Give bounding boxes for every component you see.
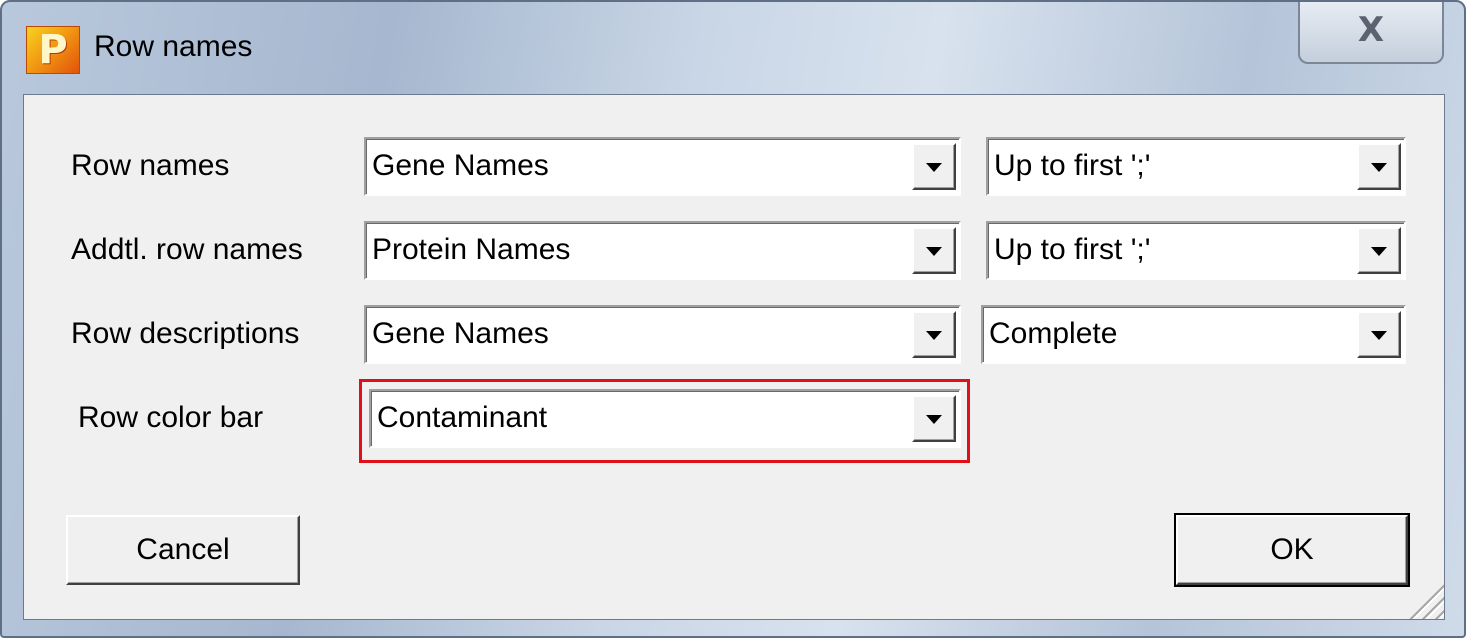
row-descriptions-mode-value: Complete — [989, 317, 1118, 350]
row-names-mode-select[interactable]: Up to first ';' — [986, 137, 1406, 196]
row-color-bar-label: Row color bar — [78, 401, 264, 434]
chevron-down-icon — [1371, 163, 1387, 172]
title-bar[interactable]: P Row names X — [2, 2, 1464, 92]
row-descriptions-source-dropdown-button[interactable] — [912, 311, 956, 358]
dialog-window: P Row names X Row names Gene Names Up to… — [0, 0, 1466, 638]
row-names-source-value: Gene Names — [372, 149, 549, 182]
row-names-source-select[interactable]: Gene Names — [364, 137, 961, 196]
app-icon: P — [26, 26, 80, 74]
chevron-down-icon — [926, 163, 942, 172]
close-icon: X — [1357, 10, 1385, 50]
window-title: Row names — [94, 30, 253, 63]
row-descriptions-source-value: Gene Names — [372, 317, 549, 350]
row-names-source-dropdown-button[interactable] — [912, 143, 956, 190]
addtl-row-names-source-value: Protein Names — [372, 233, 571, 266]
addtl-row-names-source-dropdown-button[interactable] — [912, 227, 956, 274]
close-button[interactable]: X — [1298, 2, 1444, 64]
highlight-annotation — [359, 379, 970, 463]
chevron-down-icon — [1371, 247, 1387, 256]
row-names-mode-dropdown-button[interactable] — [1357, 143, 1401, 190]
resize-grip-icon[interactable] — [1404, 579, 1444, 619]
cancel-button[interactable]: Cancel — [66, 515, 300, 585]
chevron-down-icon — [1371, 331, 1387, 340]
addtl-row-names-source-select[interactable]: Protein Names — [364, 221, 961, 280]
row-names-label: Row names — [71, 149, 230, 182]
app-icon-letter: P — [38, 27, 68, 73]
row-descriptions-source-select[interactable]: Gene Names — [364, 305, 961, 364]
addtl-row-names-mode-value: Up to first ';' — [994, 233, 1151, 266]
row-descriptions-label: Row descriptions — [71, 317, 300, 350]
row-descriptions-mode-select[interactable]: Complete — [981, 305, 1406, 364]
dialog-content: Row names Gene Names Up to first ';' Add… — [23, 94, 1445, 620]
row-descriptions-mode-dropdown-button[interactable] — [1357, 311, 1401, 358]
addtl-row-names-mode-select[interactable]: Up to first ';' — [986, 221, 1406, 280]
row-names-mode-value: Up to first ';' — [994, 149, 1151, 182]
chevron-down-icon — [926, 247, 942, 256]
chevron-down-icon — [926, 331, 942, 340]
addtl-row-names-label: Addtl. row names — [71, 233, 303, 266]
addtl-row-names-mode-dropdown-button[interactable] — [1357, 227, 1401, 274]
ok-button[interactable]: OK — [1174, 513, 1410, 587]
